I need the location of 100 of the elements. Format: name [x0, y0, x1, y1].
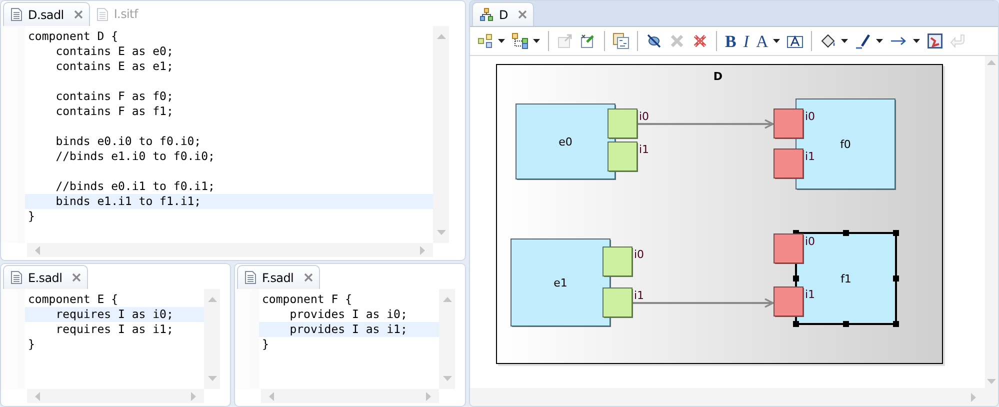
- port-label: i1: [805, 288, 816, 301]
- port-label: i0: [634, 248, 644, 261]
- editor-tab[interactable]: D: [472, 2, 534, 26]
- port[interactable]: [602, 246, 633, 277]
- paint-bucket-icon: [820, 33, 836, 49]
- tab-label: D.sadl: [28, 8, 64, 22]
- port-label: i0: [639, 110, 650, 123]
- delete-icon: [669, 33, 685, 49]
- image-icon: [927, 33, 944, 49]
- code-line: requires I as i1;: [54, 322, 174, 337]
- port[interactable]: [774, 108, 804, 139]
- editor-tab[interactable]: F.sadl: [237, 265, 320, 289]
- close-icon[interactable]: [518, 10, 527, 19]
- node-label: f0: [840, 138, 851, 151]
- tab-label: F.sadl: [262, 270, 294, 284]
- port[interactable]: [608, 142, 638, 172]
- scroll-left-icon[interactable]: [35, 392, 40, 400]
- caret-icon[interactable]: [773, 39, 780, 43]
- scroll-down-icon[interactable]: [436, 230, 446, 235]
- code-line: component F {: [261, 292, 354, 307]
- component-node[interactable]: [510, 238, 611, 327]
- vertical-scrollbar[interactable]: [204, 289, 220, 389]
- horizontal-scrollbar[interactable]: [27, 243, 433, 257]
- scroll-up-icon[interactable]: [436, 34, 446, 39]
- caret-icon[interactable]: [533, 39, 540, 43]
- text-box-icon: [787, 33, 804, 49]
- component-node[interactable]: [793, 230, 899, 327]
- document-icon: [11, 8, 22, 21]
- tab-label: E.sadl: [28, 270, 62, 284]
- port[interactable]: [602, 288, 633, 318]
- scroll-right-icon[interactable]: [420, 246, 425, 254]
- port-label: i0: [805, 235, 816, 248]
- caret-icon[interactable]: [498, 39, 505, 43]
- pin-icon: [580, 33, 596, 49]
- scroll-right-icon[interactable]: [191, 392, 196, 400]
- port-label: i1: [634, 289, 644, 302]
- code-line: provides I as i0;: [288, 307, 408, 322]
- code-line: component E {: [27, 292, 120, 307]
- scroll-left-icon[interactable]: [269, 392, 274, 400]
- code-line: contains E as e1;: [54, 59, 174, 74]
- caret-icon[interactable]: [841, 39, 848, 43]
- node-label: e0: [558, 136, 572, 148]
- editor-tab[interactable]: E.sadl: [3, 265, 88, 289]
- close-icon[interactable]: [304, 273, 313, 282]
- vertical-scrollbar[interactable]: [433, 26, 449, 243]
- diagram-icon: [480, 8, 493, 21]
- scroll-down-icon[interactable]: [442, 376, 452, 381]
- scroll-up-icon[interactable]: [208, 297, 216, 302]
- scroll-right-icon[interactable]: [971, 392, 976, 402]
- scroll-up-icon[interactable]: [987, 60, 996, 65]
- code-line: }: [27, 337, 36, 352]
- port[interactable]: [774, 148, 804, 179]
- code-line: contains E as e0;: [54, 44, 174, 59]
- port-label: i1: [805, 150, 816, 163]
- port[interactable]: [774, 234, 804, 264]
- scroll-down-icon[interactable]: [987, 379, 996, 384]
- document-icon: [96, 8, 108, 20]
- code-line: }: [27, 209, 36, 224]
- code-line: component D {: [27, 29, 120, 44]
- port-label: i1: [639, 143, 650, 156]
- scroll-right-icon[interactable]: [426, 392, 431, 400]
- document-icon: [245, 271, 256, 284]
- component-node[interactable]: [796, 98, 896, 190]
- code-line: //binds e1.i0 to f0.i0;: [54, 149, 216, 164]
- caret-icon[interactable]: [876, 39, 884, 43]
- code-line: }: [261, 337, 270, 352]
- close-icon[interactable]: [74, 10, 83, 19]
- component-node[interactable]: [516, 104, 616, 180]
- binding-arrow[interactable]: [638, 119, 775, 129]
- document-icon: [11, 271, 22, 284]
- tree-icon: [512, 33, 528, 49]
- scroll-left-icon[interactable]: [35, 246, 40, 254]
- vertical-scrollbar[interactable]: [439, 289, 455, 389]
- pen-icon: [855, 33, 872, 49]
- node-label: f1: [840, 272, 852, 286]
- scroll-up-icon[interactable]: [442, 297, 452, 302]
- vertical-scrollbar[interactable]: [985, 56, 998, 388]
- binding-arrow[interactable]: [633, 298, 775, 308]
- eye-slash-icon: [646, 33, 662, 49]
- toolbar-button[interactable]: A: [754, 30, 782, 52]
- toolbar-button[interactable]: I: [741, 30, 752, 52]
- horizontal-scrollbar[interactable]: [470, 388, 998, 406]
- scroll-down-icon[interactable]: [208, 376, 216, 381]
- close-icon[interactable]: [72, 273, 82, 282]
- caret-icon[interactable]: [913, 39, 920, 43]
- toolbar-button[interactable]: B: [723, 30, 738, 52]
- shapes-icon: [477, 33, 493, 49]
- port-label: i0: [805, 110, 816, 123]
- port[interactable]: [608, 108, 638, 139]
- layout-icon: [613, 33, 629, 49]
- horizontal-scrollbar[interactable]: [261, 389, 439, 403]
- frame-title: D: [713, 70, 723, 83]
- node-label: e1: [554, 276, 568, 290]
- toolbar-button[interactable]: [510, 30, 542, 52]
- horizontal-scrollbar[interactable]: [27, 389, 204, 403]
- code-line: contains F as f0;: [54, 89, 174, 104]
- port[interactable]: [774, 286, 804, 317]
- export-icon: [557, 33, 573, 49]
- tab-label: D: [499, 8, 508, 22]
- editor-tab[interactable]: D.sadl: [3, 2, 90, 26]
